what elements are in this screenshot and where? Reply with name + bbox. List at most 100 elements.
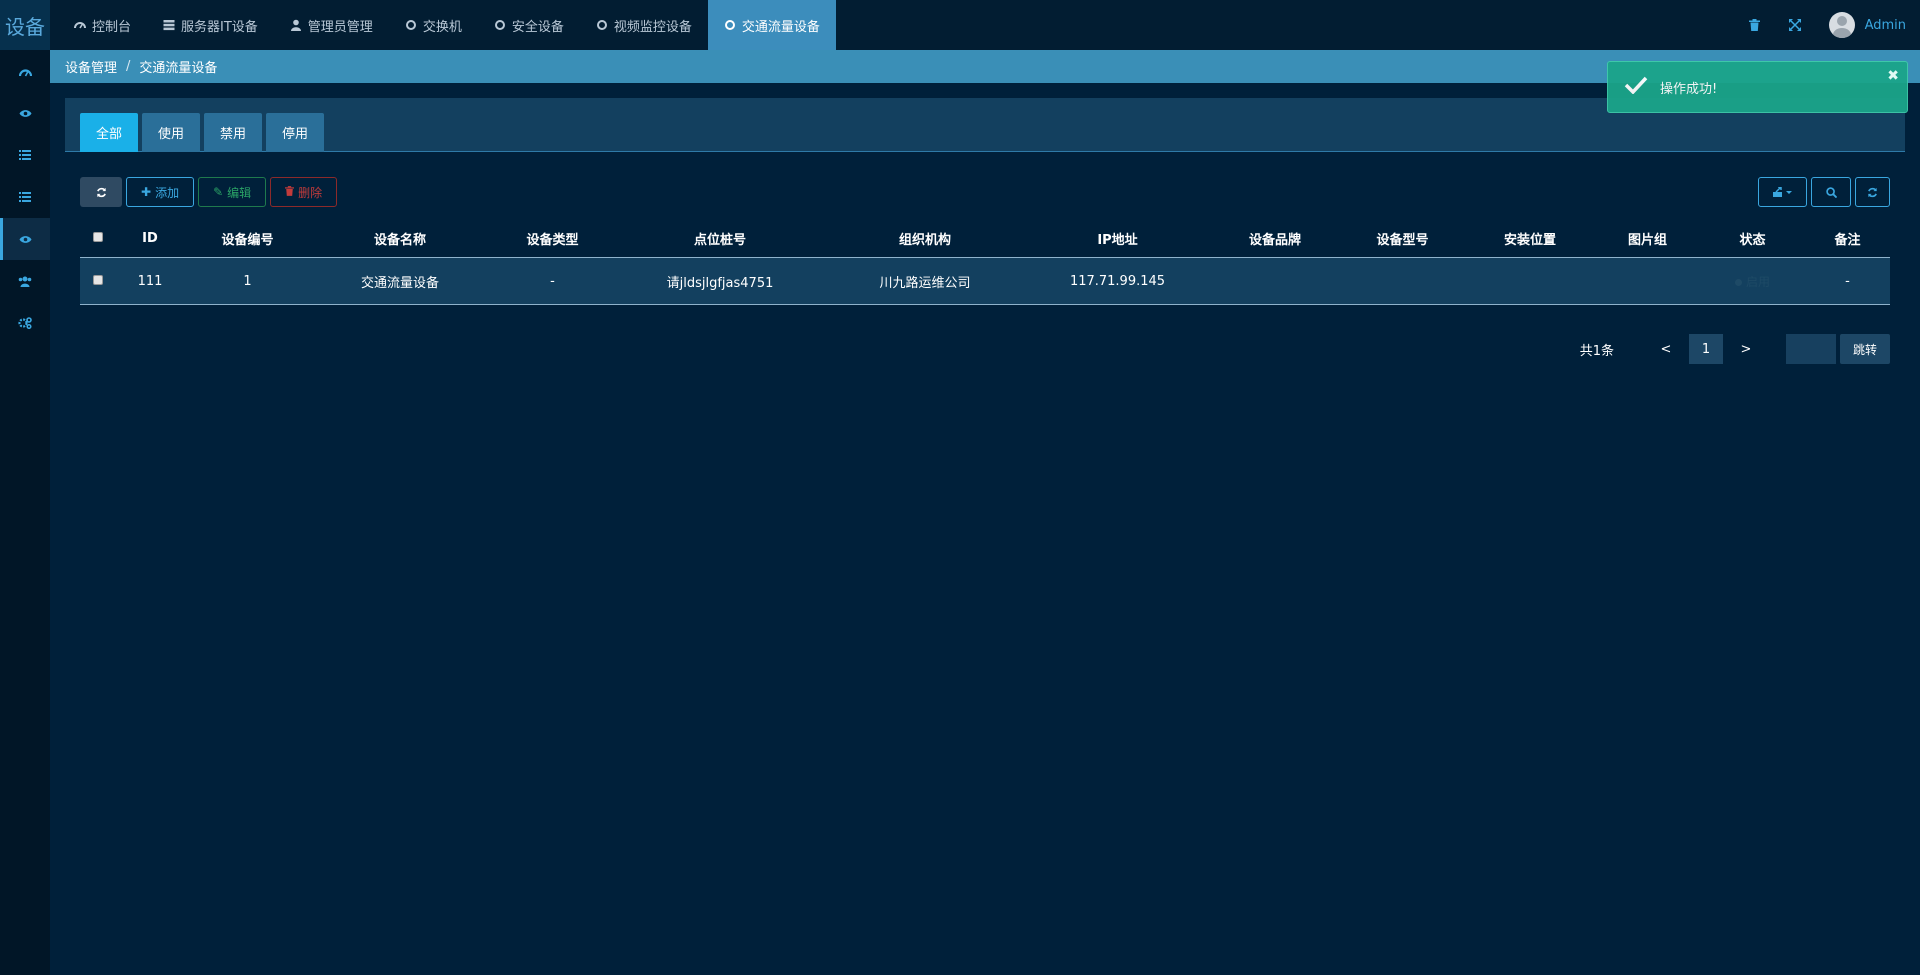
table-row[interactable]: 111 1 交通流量设备 - 请jldsjlgfjas4751 川九路运维公司 … (80, 258, 1890, 305)
edit-label: 编辑 (227, 185, 252, 200)
nav-item-switch[interactable]: 交换机 (389, 0, 478, 50)
nav-item-security[interactable]: 安全设备 (478, 0, 580, 50)
user-name: Admin (1864, 17, 1906, 33)
success-toast: 操作成功! ✖ (1607, 61, 1908, 113)
refresh-icon (1868, 187, 1877, 197)
column-header[interactable]: 备注 (1805, 229, 1890, 248)
top-navbar: 设备 控制台 服务器IT设备 管理员管理 交换机 安全设备 视频监控设备 交通流… (0, 0, 1920, 50)
close-icon[interactable]: ✖ (1887, 68, 1899, 84)
cell-device-name: 交通流量设备 (360, 275, 439, 291)
column-header[interactable]: ID (115, 231, 185, 246)
cogs-icon (18, 317, 32, 329)
tab-disabled[interactable]: 禁用 (204, 113, 263, 152)
column-header[interactable]: 设备类型 (490, 229, 615, 248)
column-header[interactable]: 状态 (1700, 229, 1805, 248)
main-panel: 全部 使用 禁用 停用 ✚ 添加 ✎ 编辑 删除 ID 设备编号 设备名称 设备… (65, 98, 1905, 968)
tabs: 全部 使用 禁用 停用 (80, 113, 328, 152)
breadcrumb-parent[interactable]: 设备管理 (65, 57, 117, 76)
column-header[interactable]: 设备名称 (310, 229, 490, 248)
avatar (1828, 12, 1855, 38)
nav-item-server[interactable]: 服务器IT设备 (147, 0, 274, 50)
column-header[interactable]: 组织机构 (825, 229, 1025, 248)
eye-icon (19, 109, 31, 117)
circle-icon (724, 19, 736, 31)
nav-item-admin[interactable]: 管理员管理 (274, 0, 389, 50)
status-dot (1734, 278, 1742, 286)
sidebar-item-eye-active[interactable] (0, 218, 50, 260)
next-page-button[interactable]: > (1729, 334, 1763, 364)
eye-icon (19, 235, 31, 243)
export-button[interactable] (1758, 177, 1807, 207)
toast-message: 操作成功! (1660, 81, 1718, 97)
tab-all[interactable]: 全部 (80, 113, 139, 152)
cell-remark: - (1845, 273, 1850, 289)
pagination-total: 共1条 (1579, 343, 1614, 359)
add-button[interactable]: ✚ 添加 (126, 177, 195, 207)
cell-id: 111 (137, 273, 163, 289)
nav-label: 视频监控设备 (613, 19, 692, 35)
cell-device-type: - (550, 273, 555, 289)
jump-button[interactable]: 跳转 (1840, 334, 1890, 364)
pagination: 共1条 < 1 > 跳转 (1580, 334, 1890, 364)
column-header[interactable]: IP地址 (1025, 229, 1210, 248)
select-all-checkbox[interactable] (92, 232, 103, 242)
edit-button[interactable]: ✎ 编辑 (198, 177, 267, 207)
dashboard-icon (18, 68, 32, 76)
users-icon (18, 276, 32, 287)
circle-icon (596, 19, 608, 31)
list-icon (19, 150, 31, 160)
clear-cache-button[interactable] (1735, 0, 1775, 50)
fullscreen-button[interactable] (1775, 0, 1815, 50)
trash-icon (1749, 19, 1761, 31)
column-header[interactable]: 图片组 (1595, 229, 1700, 248)
row-checkbox[interactable] (92, 274, 103, 285)
tab-in-use[interactable]: 使用 (142, 113, 201, 152)
column-header[interactable]: 设备编号 (185, 229, 310, 248)
search-button[interactable] (1811, 177, 1851, 207)
refresh-button[interactable] (80, 177, 122, 207)
sidebar-item-users[interactable] (0, 260, 50, 302)
check-icon (1624, 76, 1648, 98)
status-badge: 启用 (1734, 275, 1770, 289)
nav-label: 控制台 (92, 19, 132, 35)
column-header[interactable]: 设备型号 (1340, 229, 1465, 248)
sidebar-item-list-2[interactable] (0, 176, 50, 218)
jump-page-input[interactable] (1786, 334, 1836, 364)
sidebar-item-dashboard[interactable] (0, 50, 50, 92)
nav-label: 交通流量设备 (741, 19, 820, 35)
delete-button[interactable]: 删除 (270, 177, 338, 207)
select-all-cell (80, 231, 115, 246)
nav-item-video[interactable]: 视频监控设备 (580, 0, 708, 50)
plus-icon: ✚ (141, 185, 152, 199)
pencil-icon: ✎ (213, 185, 224, 199)
nav-item-traffic[interactable]: 交通流量设备 (707, 0, 836, 50)
cell-organization: 川九路运维公司 (879, 275, 971, 291)
prev-page-button[interactable]: < (1649, 334, 1683, 364)
circle-icon (405, 19, 417, 31)
brand-logo[interactable]: 设备 (0, 0, 50, 50)
nav-label: 管理员管理 (307, 19, 373, 35)
nav-item-console[interactable]: 控制台 (58, 0, 147, 50)
device-table: ID 设备编号 设备名称 设备类型 点位桩号 组织机构 IP地址 设备品牌 设备… (80, 220, 1890, 305)
breadcrumb-separator: / (126, 59, 131, 74)
cell-status: 启用 (1700, 273, 1805, 290)
brand-text: 设备 (5, 14, 45, 39)
sidebar-item-list[interactable] (0, 134, 50, 176)
sidebar-item-eye[interactable] (0, 92, 50, 134)
sidebar-item-settings[interactable] (0, 302, 50, 344)
tab-stopped[interactable]: 停用 (266, 113, 325, 152)
cell-ip: 117.71.99.145 (1069, 273, 1166, 289)
breadcrumb-current: 交通流量设备 (139, 61, 218, 76)
reload-button[interactable] (1855, 177, 1890, 207)
user-menu[interactable]: Admin (1828, 12, 1906, 38)
add-label: 添加 (155, 185, 180, 200)
column-header[interactable]: 安装位置 (1465, 229, 1595, 248)
column-header[interactable]: 点位桩号 (615, 229, 825, 248)
delete-label: 删除 (298, 185, 323, 200)
column-header[interactable]: 设备品牌 (1210, 229, 1340, 248)
cell-device-no: 1 (243, 273, 252, 289)
expand-icon (1788, 19, 1801, 31)
top-nav: 控制台 服务器IT设备 管理员管理 交换机 安全设备 视频监控设备 交通流量设备 (58, 0, 836, 50)
page-button-current[interactable]: 1 (1689, 334, 1723, 364)
search-icon (1825, 186, 1837, 198)
